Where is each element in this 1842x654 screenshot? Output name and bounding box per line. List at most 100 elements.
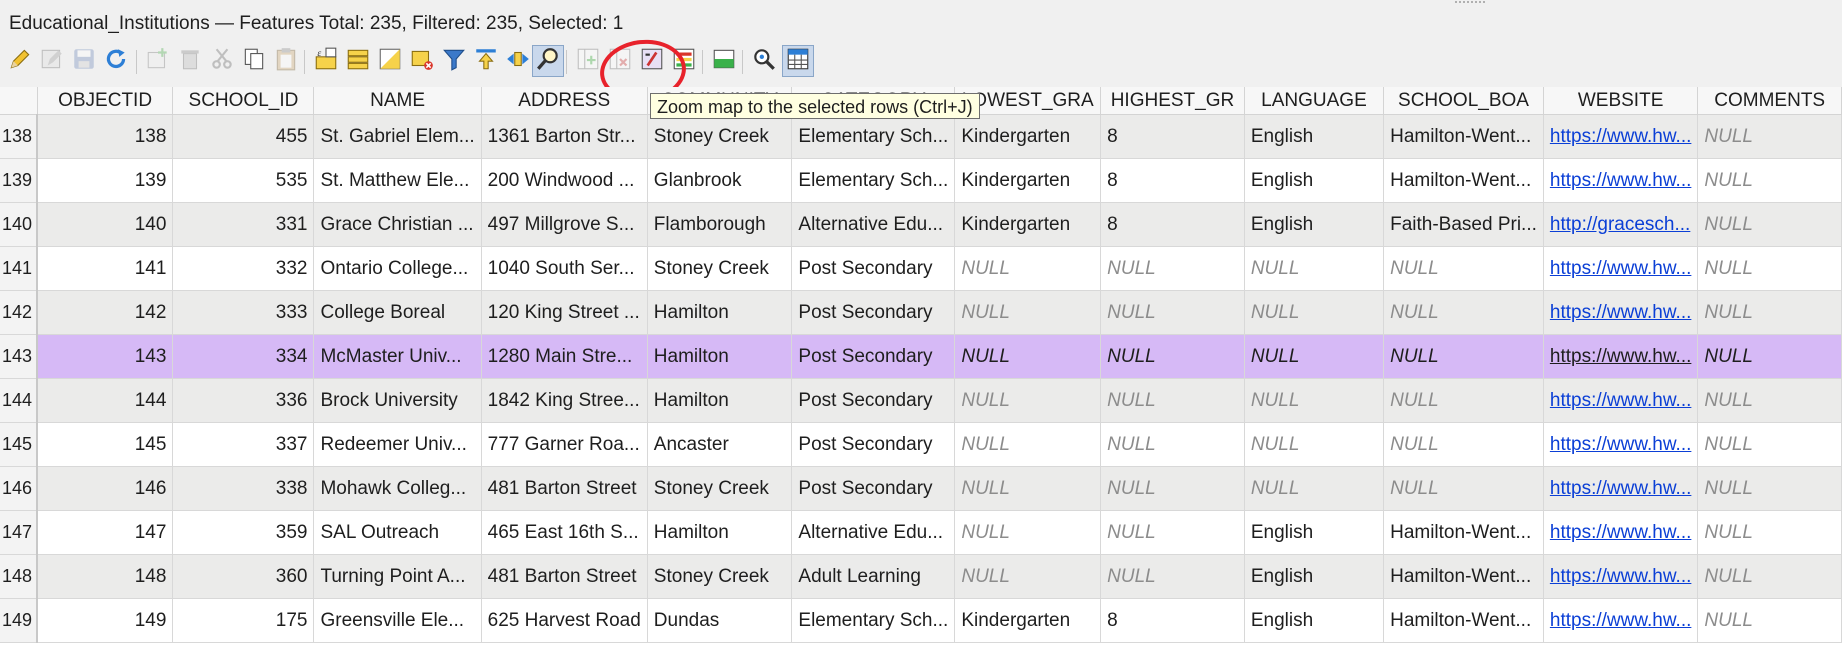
- cell-school-id[interactable]: 336: [172, 378, 315, 423]
- cell-school-id[interactable]: 331: [172, 202, 315, 247]
- select-all-button[interactable]: [342, 45, 374, 77]
- save-button[interactable]: [68, 45, 100, 77]
- cell-category[interactable]: Post Secondary: [791, 378, 956, 423]
- table-row[interactable]: 139 139 535 St. Matthew Ele... 200 Windwood …: [0, 158, 1842, 203]
- cell-language[interactable]: NULL: [1244, 422, 1385, 467]
- cell-objectid[interactable]: 139: [37, 158, 174, 203]
- cell-objectid[interactable]: 145: [37, 422, 174, 467]
- cell-address[interactable]: 481 Barton Street: [481, 554, 648, 599]
- cell-language[interactable]: NULL: [1244, 378, 1385, 423]
- cell-school-id[interactable]: 175: [172, 598, 315, 643]
- cell-name[interactable]: St. Gabriel Elem...: [313, 114, 482, 159]
- multi-edit-button[interactable]: [36, 45, 68, 77]
- filter-button[interactable]: [438, 45, 470, 77]
- row-number[interactable]: 139: [0, 158, 39, 203]
- cell-highest-gr[interactable]: NULL: [1100, 554, 1245, 599]
- cell-school-boa[interactable]: NULL: [1383, 378, 1544, 423]
- cell-school-id[interactable]: 334: [172, 334, 315, 379]
- cell-comments[interactable]: NULL: [1697, 466, 1842, 511]
- cell-name[interactable]: Brock University: [313, 378, 482, 423]
- column-header[interactable]: SCHOOL_BOA: [1383, 87, 1544, 115]
- cell-website[interactable]: https://www.hw...: [1543, 598, 1699, 643]
- cell-website[interactable]: https://www.hw...: [1543, 114, 1699, 159]
- cell-objectid[interactable]: 140: [37, 202, 174, 247]
- table-row[interactable]: 144 144 336 Brock University 1842 King Stree…: [0, 378, 1842, 423]
- cell-objectid[interactable]: 146: [37, 466, 174, 511]
- cell-lowest-gra[interactable]: NULL: [954, 422, 1102, 467]
- cell-school-id[interactable]: 359: [172, 510, 315, 555]
- move-to-top-button[interactable]: [470, 45, 502, 77]
- cell-website[interactable]: https://www.hw...: [1543, 334, 1699, 379]
- cell-community[interactable]: Stoney Creek: [647, 466, 793, 511]
- column-header[interactable]: COMMENTS: [1697, 87, 1842, 115]
- cell-community[interactable]: Hamilton: [647, 510, 793, 555]
- cell-school-boa[interactable]: Hamilton-Went...: [1383, 114, 1544, 159]
- cell-category[interactable]: Post Secondary: [791, 422, 956, 467]
- cell-school-boa[interactable]: NULL: [1383, 246, 1544, 291]
- cell-language[interactable]: English: [1244, 554, 1385, 599]
- cell-lowest-gra[interactable]: NULL: [954, 290, 1102, 335]
- cell-language[interactable]: English: [1244, 114, 1385, 159]
- dock-button[interactable]: [708, 45, 740, 77]
- cell-objectid[interactable]: 142: [37, 290, 174, 335]
- cell-community[interactable]: Stoney Creek: [647, 114, 793, 159]
- cell-highest-gr[interactable]: NULL: [1100, 466, 1245, 511]
- table-row[interactable]: 147 147 359 SAL Outreach 465 East 16th S... H…: [0, 510, 1842, 555]
- cell-category[interactable]: Post Secondary: [791, 466, 956, 511]
- cell-category[interactable]: Post Secondary: [791, 334, 956, 379]
- table-view-button[interactable]: [782, 45, 814, 77]
- cell-language[interactable]: English: [1244, 510, 1385, 555]
- cell-comments[interactable]: NULL: [1697, 246, 1842, 291]
- cell-lowest-gra[interactable]: NULL: [954, 334, 1102, 379]
- cell-objectid[interactable]: 148: [37, 554, 174, 599]
- row-number[interactable]: 140: [0, 202, 39, 247]
- cell-category[interactable]: Alternative Edu...: [791, 510, 956, 555]
- cell-name[interactable]: SAL Outreach: [313, 510, 482, 555]
- cell-lowest-gra[interactable]: Kindergarten: [954, 158, 1102, 203]
- cell-lowest-gra[interactable]: NULL: [954, 510, 1102, 555]
- cell-name[interactable]: St. Matthew Ele...: [313, 158, 482, 203]
- cell-objectid[interactable]: 138: [37, 114, 174, 159]
- cell-address[interactable]: 200 Windwood ...: [481, 158, 648, 203]
- corner-header[interactable]: [0, 87, 38, 115]
- dock-grip-handle[interactable]: [1455, 1, 1485, 7]
- cut-button[interactable]: [206, 45, 238, 77]
- cell-website[interactable]: https://www.hw...: [1543, 466, 1699, 511]
- cell-school-boa[interactable]: NULL: [1383, 290, 1544, 335]
- cell-language[interactable]: English: [1244, 202, 1385, 247]
- row-number[interactable]: 146: [0, 466, 39, 511]
- cell-highest-gr[interactable]: NULL: [1100, 246, 1245, 291]
- cell-address[interactable]: 1280 Main Stre...: [481, 334, 648, 379]
- pencil-button[interactable]: [4, 45, 36, 77]
- cell-school-id[interactable]: 535: [172, 158, 315, 203]
- cell-lowest-gra[interactable]: NULL: [954, 378, 1102, 423]
- cell-comments[interactable]: NULL: [1697, 422, 1842, 467]
- row-number[interactable]: 149: [0, 598, 39, 643]
- cell-community[interactable]: Hamilton: [647, 290, 793, 335]
- cell-address[interactable]: 625 Harvest Road: [481, 598, 648, 643]
- cell-school-id[interactable]: 455: [172, 114, 315, 159]
- cell-school-id[interactable]: 333: [172, 290, 315, 335]
- cell-comments[interactable]: NULL: [1697, 290, 1842, 335]
- table-row[interactable]: 138 138 455 St. Gabriel Elem... 1361 Barton …: [0, 114, 1842, 159]
- cell-objectid[interactable]: 144: [37, 378, 174, 423]
- cell-highest-gr[interactable]: 8: [1100, 598, 1245, 643]
- cell-name[interactable]: Redeemer Univ...: [313, 422, 482, 467]
- cell-highest-gr[interactable]: NULL: [1100, 334, 1245, 379]
- cell-comments[interactable]: NULL: [1697, 158, 1842, 203]
- row-number[interactable]: 145: [0, 422, 39, 467]
- cell-address[interactable]: 1842 King Stree...: [481, 378, 648, 423]
- cell-language[interactable]: NULL: [1244, 246, 1385, 291]
- cell-address[interactable]: 465 East 16th S...: [481, 510, 648, 555]
- cell-school-id[interactable]: 360: [172, 554, 315, 599]
- column-header[interactable]: HIGHEST_GR: [1100, 87, 1245, 115]
- cell-language[interactable]: NULL: [1244, 334, 1385, 379]
- cell-category[interactable]: Post Secondary: [791, 246, 956, 291]
- row-number[interactable]: 141: [0, 246, 39, 291]
- cell-school-id[interactable]: 332: [172, 246, 315, 291]
- cell-school-boa[interactable]: NULL: [1383, 334, 1544, 379]
- cell-highest-gr[interactable]: NULL: [1100, 510, 1245, 555]
- cell-highest-gr[interactable]: NULL: [1100, 422, 1245, 467]
- cell-objectid[interactable]: 147: [37, 510, 174, 555]
- cell-community[interactable]: Stoney Creek: [647, 554, 793, 599]
